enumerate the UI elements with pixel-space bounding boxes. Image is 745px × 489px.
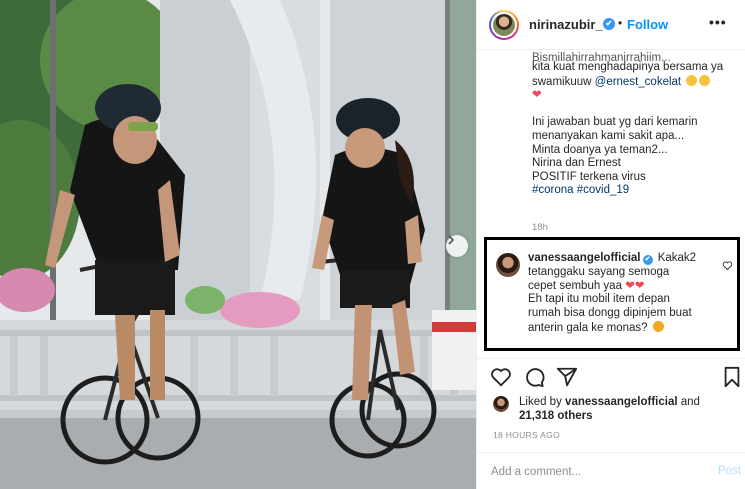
heart-outline-icon[interactable] bbox=[490, 366, 512, 388]
comment-line-text: anterin gala ke monas? bbox=[528, 321, 648, 334]
carousel-next-button[interactable] bbox=[446, 235, 468, 257]
caption-line: Bismillahirrahmanirrahiim... bbox=[532, 52, 671, 61]
likes-text: Liked by vanessaangelofficial and 21,318… bbox=[519, 395, 729, 423]
post-caption: Bismillahirrahmanirrahiim... kita kuat m… bbox=[532, 52, 732, 198]
liker-username[interactable]: vanessaangelofficial bbox=[565, 396, 678, 408]
likes-prefix: Liked by bbox=[519, 396, 562, 408]
liker-avatar[interactable] bbox=[493, 396, 509, 412]
caption-line: kita kuat menghadapinya bersama ya bbox=[532, 61, 724, 73]
post-header: nirinazubir_ ✔ • Follow ••• bbox=[477, 0, 745, 50]
caption-mention-link[interactable]: @ernest_cokelat bbox=[595, 76, 681, 88]
chevron-right-icon bbox=[448, 235, 455, 245]
add-comment-bar: Post bbox=[477, 452, 745, 489]
comment-line: anterin gala ke monas? bbox=[528, 320, 713, 336]
open-mouth-emoji-icon bbox=[652, 320, 664, 332]
caption-line: POSITIF terkena virus bbox=[532, 170, 646, 183]
commenter-avatar[interactable] bbox=[496, 253, 520, 277]
comment-line: tetanggaku sayang semoga bbox=[528, 265, 670, 278]
post-photo bbox=[0, 0, 476, 489]
comment-line: Eh tapi itu mobil item depan bbox=[528, 293, 670, 306]
post-action-bar bbox=[477, 362, 745, 392]
comment-line: rumah bisa dongg dipinjem buat bbox=[528, 307, 692, 320]
commenter-username[interactable]: vanessaangelofficial bbox=[528, 252, 641, 264]
verified-badge-icon: ✔ bbox=[642, 255, 653, 265]
more-options-button[interactable]: ••• bbox=[709, 14, 727, 30]
comment-text: vanessaangelofficial ✔ Kakak2 tetanggaku … bbox=[528, 252, 713, 336]
caption-timestamp: 18h bbox=[532, 222, 548, 233]
caption-text: swamikuuw bbox=[532, 75, 592, 88]
comment-line: cepet sembuh yaa ❤❤ bbox=[528, 280, 713, 294]
smiling-emoji-icon bbox=[699, 74, 711, 86]
comment-first-line: vanessaangelofficial ✔ Kakak2 bbox=[528, 252, 713, 266]
verified-badge-icon: ✔ bbox=[603, 18, 615, 30]
photo-illustration bbox=[0, 0, 476, 489]
hearts-emoji-icon: ❤❤ bbox=[625, 279, 645, 292]
bookmark-icon[interactable] bbox=[721, 366, 743, 388]
paper-plane-icon[interactable] bbox=[556, 366, 578, 388]
follow-button[interactable]: Follow bbox=[627, 17, 668, 32]
divider bbox=[477, 358, 745, 359]
post-timestamp[interactable]: 18 HOURS AGO bbox=[493, 430, 560, 440]
caption-line: Nirina dan Ernest bbox=[532, 157, 621, 170]
post-comment-button[interactable]: Post bbox=[718, 465, 741, 477]
grinning-emoji-icon bbox=[686, 74, 698, 86]
comment-input[interactable] bbox=[491, 463, 691, 481]
author-avatar[interactable] bbox=[489, 10, 519, 40]
caption-hashtags-link[interactable]: #corona #covid_19 bbox=[532, 184, 732, 198]
comment-bubble-icon[interactable] bbox=[523, 366, 545, 388]
caption-line: swamikuuw @ernest_cokelat bbox=[532, 74, 732, 90]
comment-line: Kakak2 bbox=[657, 252, 697, 264]
comment-line-text: cepet sembuh yaa bbox=[528, 279, 622, 292]
caption-line: Minta doanya ya teman2... bbox=[532, 143, 668, 156]
header-separator: • bbox=[618, 16, 623, 30]
author-username[interactable]: nirinazubir_ bbox=[529, 17, 603, 32]
caption-heart-icon: ❤ bbox=[532, 89, 542, 102]
caption-line: Ini jawaban buat yg dari kemarin bbox=[532, 116, 698, 129]
likes-and: and bbox=[680, 396, 700, 408]
comment-like-heart-icon[interactable] bbox=[722, 260, 733, 271]
post-side-panel: nirinazubir_ ✔ • Follow ••• Bismillahirr… bbox=[476, 0, 745, 489]
caption-line: menanyakan kami sakit apa... bbox=[532, 129, 685, 142]
highlighted-comment: vanessaangelofficial ✔ Kakak2 tetanggaku … bbox=[484, 237, 740, 351]
likes-others-count[interactable]: 21,318 others bbox=[519, 410, 593, 422]
